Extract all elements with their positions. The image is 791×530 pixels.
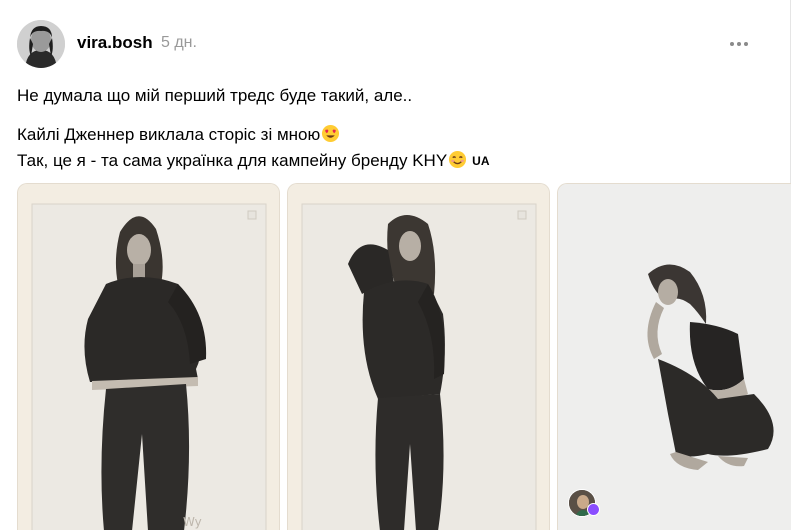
username[interactable]: vira.bosh: [77, 33, 153, 53]
more-dot-icon: [730, 42, 734, 46]
avatar[interactable]: [17, 20, 65, 68]
post-text-line-2: Кайлі Дженнер виклала сторіс зі мною: [17, 124, 340, 145]
smiling-face-with-heart-eyes-icon: [322, 124, 340, 143]
flag-label: UA: [472, 154, 490, 168]
post-text-line-1: Не думала що мій перший тредс буде такий…: [17, 86, 413, 105]
post-image-3[interactable]: [557, 183, 791, 530]
photo-model-hoodie-illustration: Wy: [18, 184, 279, 530]
badge-icon: [587, 503, 600, 516]
avatar-photo: [17, 20, 65, 68]
post-image-2[interactable]: [287, 183, 550, 530]
post-image-1[interactable]: Wy: [17, 183, 280, 530]
photo-model-crouching-illustration: [558, 184, 791, 530]
more-options-button[interactable]: [724, 32, 754, 56]
post-time[interactable]: 5 дн.: [161, 34, 197, 52]
more-dot-icon: [737, 42, 741, 46]
photo-model-hooded-jacket-illustration: [288, 184, 549, 530]
smiling-face-icon: [449, 150, 467, 169]
more-dot-icon: [744, 42, 748, 46]
post-header: vira.bosh 5 дн.: [17, 20, 757, 68]
svg-text:Wy: Wy: [183, 515, 202, 529]
post-text-line-3: Так, це я - та сама українка для кампейн…: [17, 150, 490, 170]
